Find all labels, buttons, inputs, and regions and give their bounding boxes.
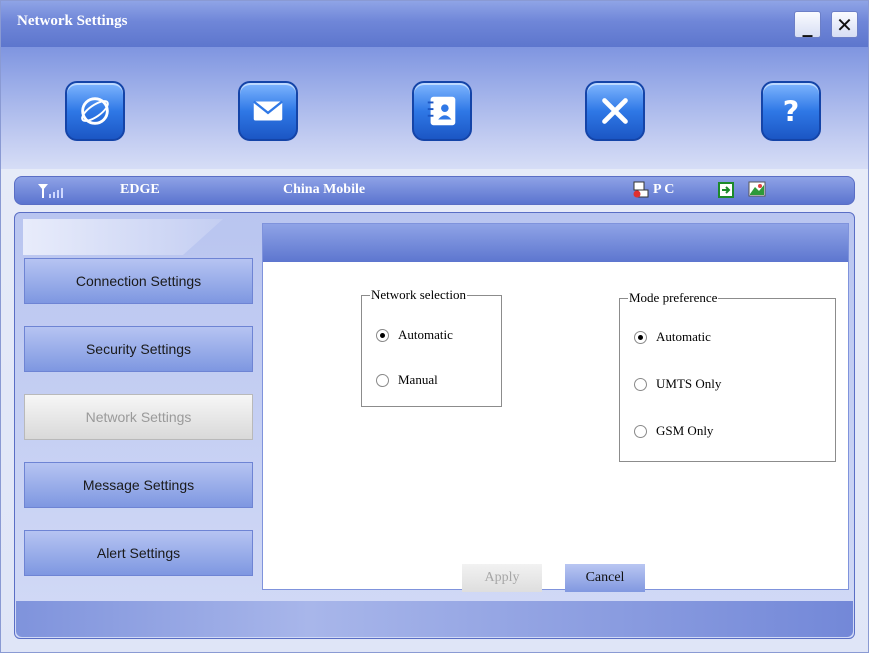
message-button[interactable] [238,81,298,141]
sidebar-item-message-settings[interactable]: Message Settings [24,462,253,508]
mode-umts-radio[interactable] [634,377,647,391]
network-type: EDGE [120,182,160,197]
network-automatic-label: Automatic [398,327,453,342]
sidebar-item-connection-settings[interactable]: Connection Settings [24,258,253,304]
bottom-decoration [16,601,853,637]
mode-umts-label: UMTS Only [656,376,722,391]
mode-gsm-option[interactable]: GSM Only [634,423,713,439]
device-label: P C [653,182,675,197]
network-selection-group: Network selection [361,287,502,407]
sim-icon [718,182,734,198]
cancel-button[interactable]: Cancel [565,564,645,592]
message-icon [253,100,283,121]
settings-panel: Network selection Automatic Manual Mode … [262,223,849,592]
contacts-button[interactable] [412,81,472,141]
operator-name: China Mobile [283,182,366,197]
mode-automatic-radio[interactable] [634,330,647,344]
network-manual-label: Manual [398,372,438,387]
internet-button[interactable] [65,81,125,141]
signal-icon [38,184,63,198]
contacts-icon [427,96,456,126]
network-selection-legend: Network selection [371,287,466,302]
status-bar: EDGE China Mobile P C [14,176,855,205]
mode-gsm-label: GSM Only [656,423,714,438]
mode-preference-legend: Mode preference [629,290,718,305]
close-button[interactable]: ✕ [831,11,858,38]
mode-umts-option[interactable]: UMTS Only [634,376,721,392]
help-button[interactable]: ? [761,81,821,141]
title-bar[interactable]: Network Settings _ ✕ [1,1,868,47]
network-manual-option[interactable]: Manual [376,372,438,388]
pc-connection-icon [633,181,649,198]
main-window: Network Settings _ ✕ ? EDGE China Mobile… [0,0,869,653]
network-manual-radio[interactable] [376,373,389,387]
network-automatic-radio[interactable] [376,328,389,342]
mode-automatic-label: Automatic [656,329,711,344]
apply-button[interactable]: Apply [462,564,542,592]
help-icon: ? [783,95,800,128]
mode-gsm-radio[interactable] [634,424,647,438]
window-title: Network Settings [17,13,128,29]
settings-button[interactable] [585,81,645,141]
toolbar: ? [1,47,868,169]
network-automatic-option[interactable]: Automatic [376,327,453,343]
sms-status-icon [748,181,766,197]
sidebar-header [23,219,223,255]
content-frame: Connection Settings Security Settings Ne… [14,212,855,639]
panel-header [263,224,848,262]
mode-automatic-option[interactable]: Automatic [634,329,711,345]
svg-text:?: ? [783,95,800,128]
minimize-button[interactable]: _ [794,11,821,38]
sidebar-item-security-settings[interactable]: Security Settings [24,326,253,372]
sidebar-item-network-settings[interactable]: Network Settings [24,394,253,440]
sidebar-item-alert-settings[interactable]: Alert Settings [24,530,253,576]
settings-icon [602,98,628,124]
internet-icon [81,97,109,125]
